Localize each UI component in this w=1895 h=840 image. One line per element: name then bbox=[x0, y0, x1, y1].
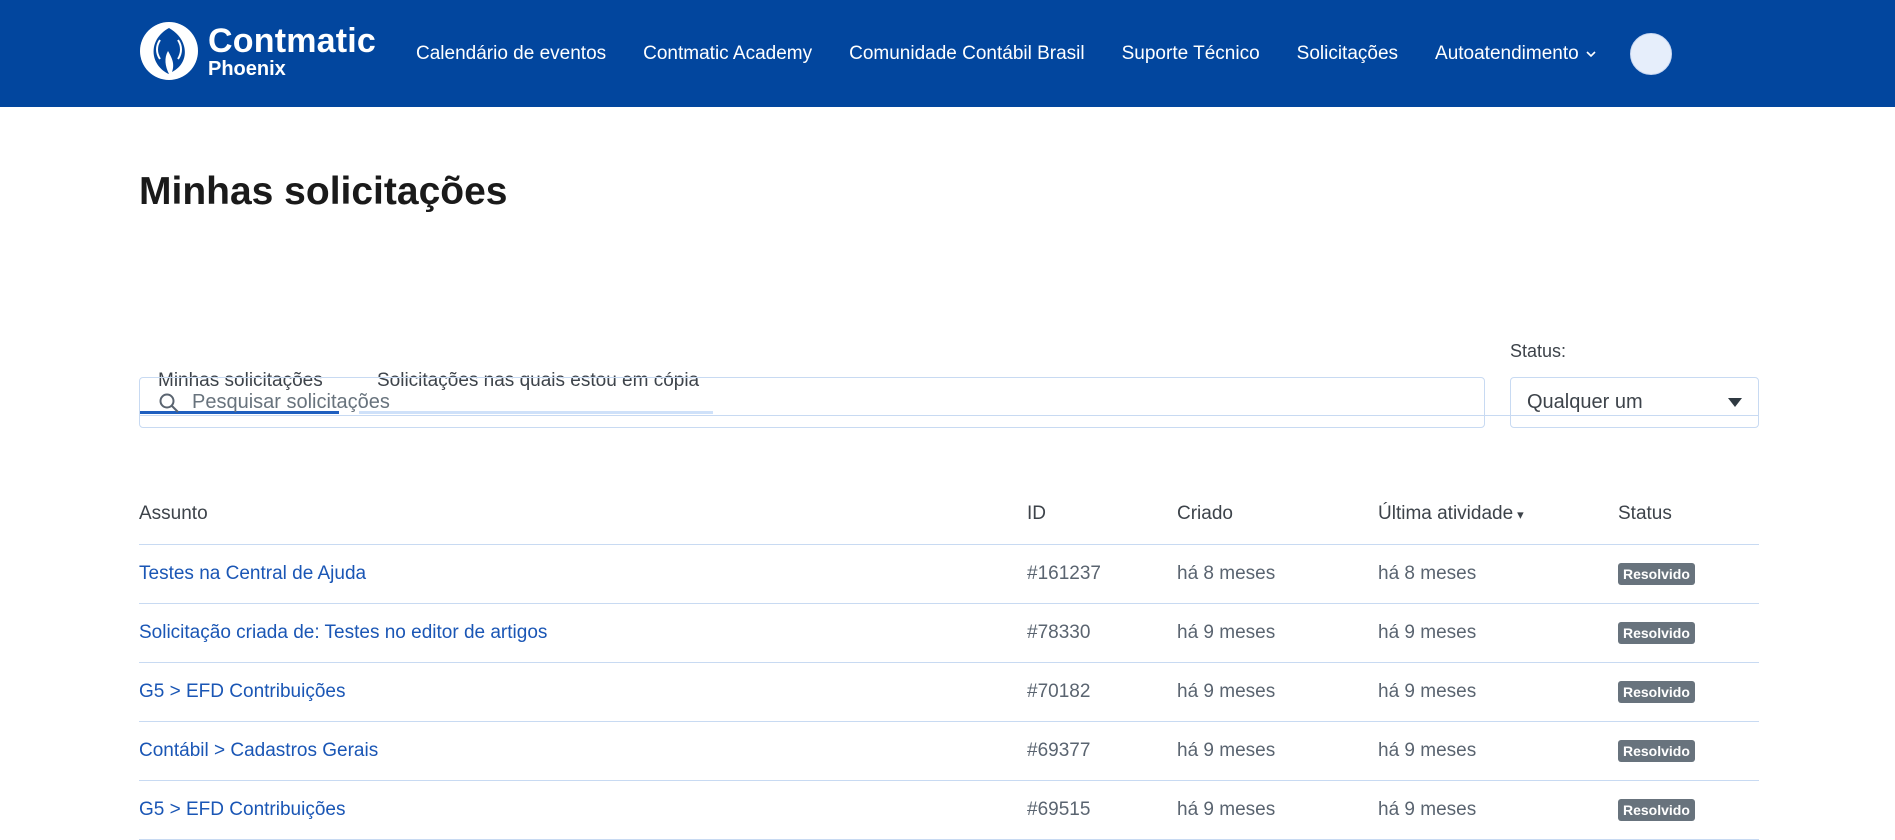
table-row: G5 > EFD Contribuições #69515 há 9 meses… bbox=[139, 780, 1759, 840]
request-created: há 9 meses bbox=[1177, 721, 1378, 781]
request-last-activity: há 9 meses bbox=[1378, 603, 1618, 663]
status-badge: Resolvido bbox=[1618, 563, 1695, 585]
request-id: #78330 bbox=[1027, 603, 1177, 663]
column-header-ultima-atividade[interactable]: Última atividade ▾ bbox=[1378, 484, 1618, 545]
status-badge: Resolvido bbox=[1618, 622, 1695, 644]
request-created: há 9 meses bbox=[1177, 662, 1378, 722]
top-navigation-bar: Contmatic Phoenix Calendário de eventos … bbox=[0, 0, 1895, 107]
status-badge: Resolvido bbox=[1618, 681, 1695, 703]
caret-down-icon bbox=[1728, 398, 1742, 407]
status-filter-label: Status: bbox=[1510, 341, 1567, 361]
nav-link-calendario[interactable]: Calendário de eventos bbox=[416, 43, 606, 65]
request-last-activity: há 9 meses bbox=[1378, 780, 1618, 840]
table-row: Solicitação criada de: Testes no editor … bbox=[139, 603, 1759, 663]
request-id: #69515 bbox=[1027, 780, 1177, 840]
request-created: há 9 meses bbox=[1177, 780, 1378, 840]
request-last-activity: há 8 meses bbox=[1378, 544, 1618, 604]
request-subject-link[interactable]: Testes na Central de Ajuda bbox=[139, 563, 366, 584]
table-row: Contábil > Cadastros Gerais #69377 há 9 … bbox=[139, 721, 1759, 781]
page-title: Minhas solicitações bbox=[139, 170, 508, 213]
status-select[interactable]: Qualquer um bbox=[1510, 377, 1759, 428]
request-created: há 8 meses bbox=[1177, 544, 1378, 604]
column-header-ultima-atividade-label: Última atividade bbox=[1378, 503, 1514, 524]
request-id: #161237 bbox=[1027, 544, 1177, 604]
request-subject-link[interactable]: Contábil > Cadastros Gerais bbox=[139, 740, 378, 761]
column-header-assunto: Assunto bbox=[139, 484, 1027, 545]
column-header-status: Status bbox=[1618, 484, 1759, 545]
chevron-down-icon bbox=[1586, 50, 1596, 57]
search-box bbox=[139, 377, 1485, 428]
request-last-activity: há 9 meses bbox=[1378, 662, 1618, 722]
column-header-criado: Criado bbox=[1177, 484, 1378, 545]
request-subject-link[interactable]: G5 > EFD Contribuições bbox=[139, 681, 345, 702]
nav-dropdown-label: Autoatendimento bbox=[1435, 42, 1579, 64]
request-last-activity: há 9 meses bbox=[1378, 721, 1618, 781]
nav-link-solicitacoes[interactable]: Solicitações bbox=[1297, 43, 1398, 65]
search-input[interactable] bbox=[190, 390, 1474, 415]
request-id: #69377 bbox=[1027, 721, 1177, 781]
sort-descending-icon: ▾ bbox=[1517, 507, 1524, 522]
table-row: Testes na Central de Ajuda #161237 há 8 … bbox=[139, 544, 1759, 604]
table-header-row: Assunto ID Criado Última atividade ▾ Stat… bbox=[139, 484, 1759, 545]
request-subject-link[interactable]: Solicitação criada de: Testes no editor … bbox=[139, 622, 547, 643]
logo-brand-text: Contmatic bbox=[208, 21, 377, 60]
contmatic-phoenix-logo[interactable]: Contmatic Phoenix bbox=[138, 20, 376, 82]
nav-dropdown-autoatendimento[interactable]: Autoatendimento bbox=[1435, 43, 1597, 65]
status-badge: Resolvido bbox=[1618, 799, 1695, 821]
nav-link-comunidade[interactable]: Comunidade Contábil Brasil bbox=[849, 43, 1085, 65]
request-created: há 9 meses bbox=[1177, 603, 1378, 663]
search-icon bbox=[159, 393, 179, 413]
phoenix-logo-icon bbox=[140, 22, 198, 80]
request-subject-link[interactable]: G5 > EFD Contribuições bbox=[139, 799, 345, 820]
request-id: #70182 bbox=[1027, 662, 1177, 722]
main-nav: Calendário de eventos Contmatic Academy … bbox=[416, 0, 1634, 107]
status-badge: Resolvido bbox=[1618, 740, 1695, 762]
status-select-value: Qualquer um bbox=[1527, 391, 1643, 413]
table-row: G5 > EFD Contribuições #70182 há 9 meses… bbox=[139, 662, 1759, 722]
logo-sub-text: Phoenix bbox=[208, 57, 286, 80]
requests-table: Assunto ID Criado Última atividade ▾ Stat… bbox=[139, 484, 1759, 840]
column-header-id: ID bbox=[1027, 484, 1177, 545]
nav-link-suporte[interactable]: Suporte Técnico bbox=[1122, 43, 1260, 65]
user-avatar[interactable] bbox=[1630, 33, 1672, 75]
nav-link-academy[interactable]: Contmatic Academy bbox=[643, 43, 812, 65]
